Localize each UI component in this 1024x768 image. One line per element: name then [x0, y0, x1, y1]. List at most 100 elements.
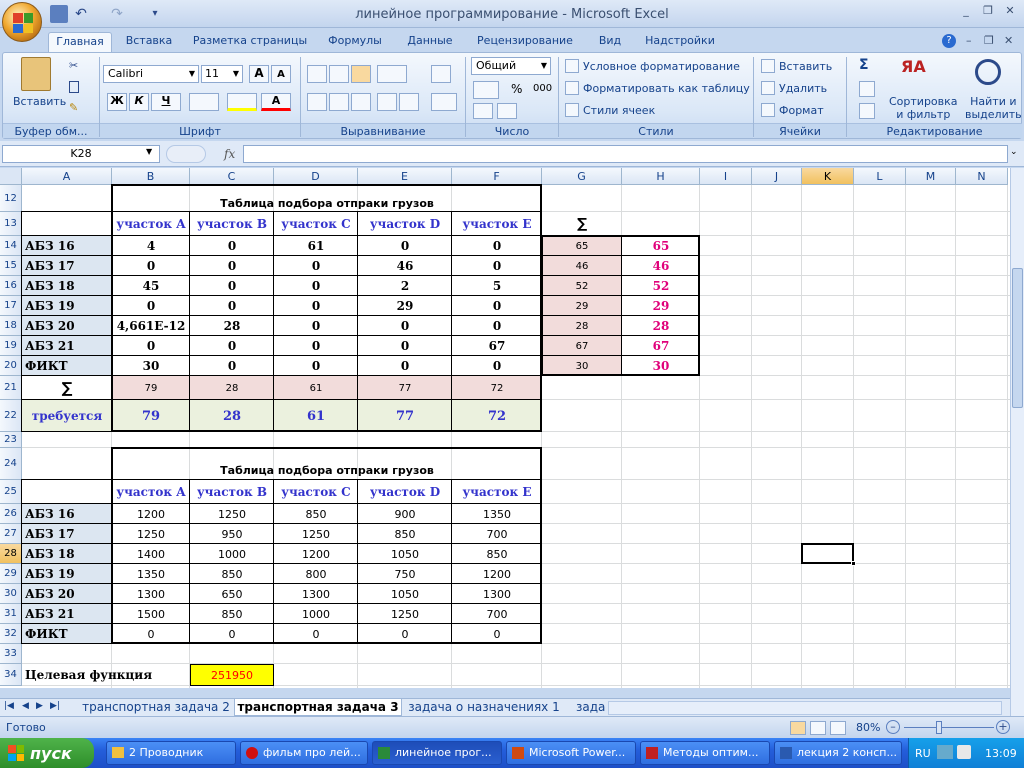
row-label[interactable]: АБЗ 21 — [22, 336, 112, 356]
decrease-indent-icon[interactable] — [377, 93, 397, 111]
value-cell[interactable]: 0 — [358, 356, 452, 376]
row-supply-cell[interactable]: 67 — [622, 336, 700, 356]
value-cell[interactable]: 45 — [112, 276, 190, 296]
zoom-slider-thumb[interactable] — [936, 721, 942, 734]
row-label[interactable]: АБЗ 16 — [22, 504, 112, 524]
fill-handle[interactable] — [851, 561, 856, 566]
value-cell[interactable]: 4 — [112, 236, 190, 256]
align-top-icon[interactable] — [307, 65, 327, 83]
required-cell[interactable]: 61 — [274, 400, 358, 432]
row-label[interactable]: АБЗ 18 — [22, 544, 112, 564]
cell-styles-button[interactable]: Стили ячеек — [583, 104, 655, 117]
borders-icon[interactable] — [189, 93, 219, 111]
active-cell[interactable] — [801, 543, 854, 564]
cost-cell[interactable]: 1200 — [274, 544, 358, 564]
cost-cell[interactable]: 750 — [358, 564, 452, 584]
tab-review[interactable]: Рецензирование — [470, 32, 580, 52]
value-cell[interactable]: 0 — [274, 316, 358, 336]
column-header[interactable]: K — [802, 168, 854, 185]
merge-center-icon[interactable] — [431, 93, 457, 111]
row-header[interactable]: 29 — [0, 564, 22, 584]
value-cell[interactable]: 0 — [112, 296, 190, 316]
row-header[interactable]: 30 — [0, 584, 22, 604]
align-center-icon[interactable] — [329, 93, 349, 111]
cost-cell[interactable]: 0 — [358, 624, 452, 644]
shrink-font-icon[interactable]: A — [271, 65, 291, 83]
column-sum-cell[interactable]: 79 — [112, 376, 190, 400]
close-button[interactable]: ✕ — [1000, 4, 1020, 18]
row-sum-cell[interactable]: 67 — [542, 336, 622, 356]
horizontal-scrollbar[interactable] — [608, 701, 1002, 715]
column-header[interactable]: H — [622, 168, 700, 185]
cost-cell[interactable]: 0 — [190, 624, 274, 644]
row-label[interactable]: АБЗ 19 — [22, 564, 112, 584]
column-header[interactable]: A — [22, 168, 112, 185]
taskbar-item[interactable]: Методы оптим... — [640, 741, 770, 765]
row-header[interactable]: 19 — [0, 336, 22, 356]
tab-data[interactable]: Данные — [398, 32, 462, 52]
minimize-button[interactable]: _ — [956, 4, 976, 18]
column-header[interactable]: M — [906, 168, 956, 185]
row-header[interactable]: 24 — [0, 448, 22, 480]
taskbar-item[interactable]: Microsoft Power... — [506, 741, 636, 765]
row-supply-cell[interactable]: 65 — [622, 236, 700, 256]
office-button[interactable] — [2, 2, 42, 42]
cost-cell[interactable]: 700 — [452, 524, 542, 544]
row-header[interactable]: 22 — [0, 400, 22, 432]
value-cell[interactable]: 0 — [274, 356, 358, 376]
taskbar-item-active[interactable]: линейное прог... — [372, 741, 502, 765]
sigma-label[interactable]: ∑ — [542, 212, 622, 236]
cost-cell[interactable]: 0 — [452, 624, 542, 644]
percent-button[interactable]: % — [511, 82, 522, 96]
zoom-level[interactable]: 80% — [856, 721, 880, 734]
formula-input[interactable] — [243, 145, 1008, 163]
increase-decimal-icon[interactable] — [473, 103, 493, 119]
value-cell[interactable]: 0 — [190, 336, 274, 356]
row-header[interactable]: 32 — [0, 624, 22, 644]
underline-button[interactable]: Ч — [151, 93, 181, 111]
cost-cell[interactable]: 700 — [452, 604, 542, 624]
tab-insert[interactable]: Вставка — [118, 32, 180, 52]
sheet-tab[interactable]: транспортная задача 2 — [80, 699, 232, 716]
value-cell[interactable]: 2 — [358, 276, 452, 296]
column-label[interactable]: участок A — [112, 480, 190, 504]
row-supply-cell[interactable]: 29 — [622, 296, 700, 316]
row-sum-cell[interactable]: 30 — [542, 356, 622, 376]
value-cell[interactable]: 0 — [190, 236, 274, 256]
row-header[interactable]: 18 — [0, 316, 22, 336]
prev-sheet-icon[interactable]: ◀ — [22, 701, 29, 711]
start-button[interactable]: пуск — [0, 738, 94, 768]
column-header[interactable]: G — [542, 168, 622, 185]
tab-addins[interactable]: Надстройки — [640, 32, 720, 52]
tab-view[interactable]: Вид — [590, 32, 630, 52]
row-supply-cell[interactable]: 46 — [622, 256, 700, 276]
row-header[interactable]: 13 — [0, 212, 22, 236]
copy-icon[interactable] — [69, 81, 79, 93]
value-cell[interactable]: 0 — [452, 236, 542, 256]
cost-cell[interactable]: 1000 — [190, 544, 274, 564]
sum-row-label[interactable]: ∑ — [22, 376, 112, 400]
value-cell[interactable]: 0 — [190, 356, 274, 376]
value-cell[interactable]: 46 — [358, 256, 452, 276]
row-header[interactable]: 14 — [0, 236, 22, 256]
value-cell[interactable]: 0 — [274, 296, 358, 316]
fill-color-icon[interactable] — [227, 93, 257, 111]
row-header[interactable]: 23 — [0, 432, 22, 448]
cost-cell[interactable]: 950 — [190, 524, 274, 544]
column-sum-cell[interactable]: 61 — [274, 376, 358, 400]
column-header[interactable]: I — [700, 168, 752, 185]
row-label[interactable]: ФИКТ — [22, 356, 112, 376]
align-middle-icon[interactable] — [329, 65, 349, 83]
sheet-tab[interactable]: задача о назначениях 1 — [404, 699, 564, 716]
cost-cell[interactable]: 1400 — [112, 544, 190, 564]
cost-cell[interactable]: 850 — [274, 504, 358, 524]
row-header[interactable]: 34 — [0, 664, 22, 686]
value-cell[interactable]: 0 — [190, 296, 274, 316]
decrease-decimal-icon[interactable] — [497, 103, 517, 119]
required-label[interactable]: требуется — [22, 400, 112, 432]
cut-icon[interactable]: ✂ — [69, 59, 78, 72]
row-sum-cell[interactable]: 29 — [542, 296, 622, 316]
value-cell[interactable]: 0 — [452, 356, 542, 376]
cost-cell[interactable]: 850 — [190, 564, 274, 584]
row-header[interactable]: 15 — [0, 256, 22, 276]
